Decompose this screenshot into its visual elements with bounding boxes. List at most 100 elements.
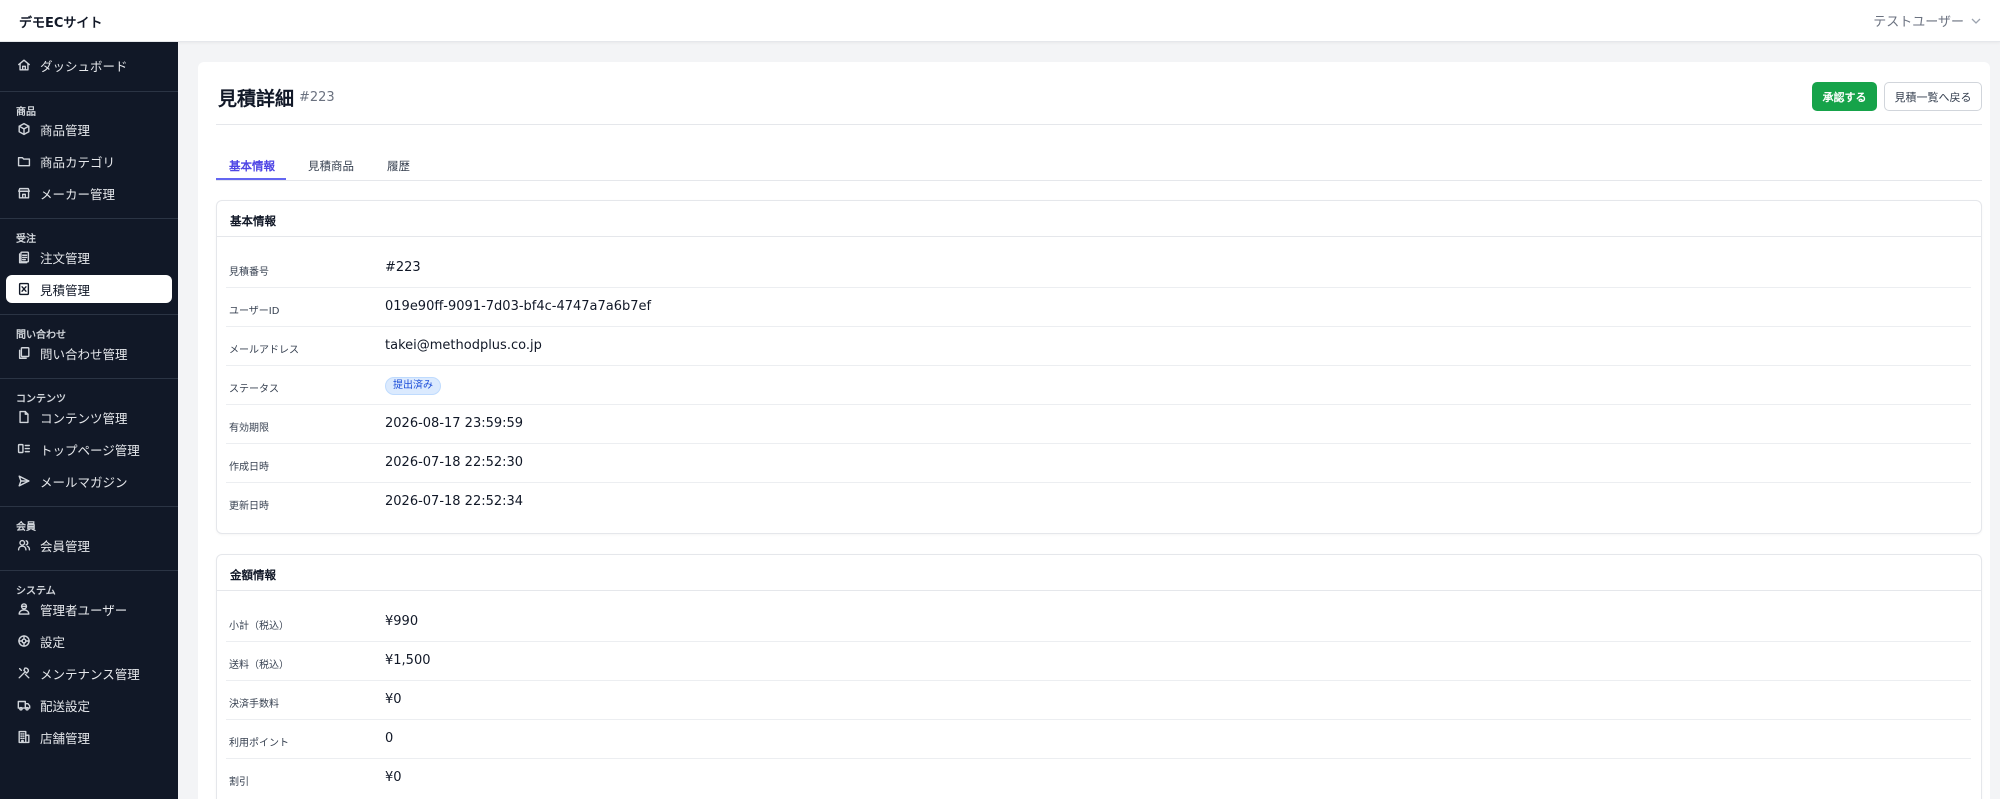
chevron-down-icon [1971, 18, 1981, 24]
sidebar-item-label: 設定 [40, 634, 66, 650]
sidebar-item-toppage-manage[interactable]: トップページ管理 [6, 435, 172, 463]
sidebar-item-store-manage[interactable]: 店舗管理 [6, 723, 172, 751]
expiry-value: 2026-08-17 23:59:59 [385, 416, 524, 431]
field-label: メールアドレス [229, 345, 299, 356]
home-icon [18, 59, 30, 71]
sidebar-item-maker-manage[interactable]: メーカー管理 [6, 179, 172, 207]
field-label: 決済手数料 [229, 699, 279, 710]
sidebar-item-label: メーカー管理 [40, 186, 116, 202]
sidebar-item-label: 商品管理 [40, 122, 91, 138]
sidebar-item-label: 商品カテゴリ [40, 154, 116, 170]
top-header: デモECサイト テストユーザー [0, 0, 2000, 42]
tabs-divider [216, 180, 1982, 181]
users-icon [17, 539, 31, 551]
sidebar-divider [0, 91, 178, 92]
sidebar-item-shipping-settings[interactable]: 配送設定 [6, 691, 172, 719]
row-divider [226, 404, 1971, 405]
sidebar-divider [0, 570, 178, 571]
user-name: テストユーザー [1873, 15, 1964, 30]
document-icon [19, 410, 29, 424]
field-label: 更新日時 [229, 501, 269, 512]
sidebar-item-admin-users[interactable]: 管理者ユーザー [6, 595, 172, 623]
page-title: 見積詳細 [218, 88, 295, 110]
clipboard-icon [18, 251, 30, 264]
sidebar-item-estimate-manage[interactable]: 見積管理 [6, 275, 172, 303]
panel-title: 基本情報 [230, 214, 276, 228]
sidebar-divider [0, 378, 178, 379]
active-tab-indicator [216, 178, 286, 180]
sidebar-item-label: ダッシュボード [40, 58, 128, 74]
sidebar-item-label: 店舗管理 [40, 730, 91, 746]
field-label: ステータス [229, 384, 279, 395]
sidebar-divider [0, 218, 178, 219]
sidebar-item-label: メールマガジン [40, 474, 128, 490]
row-divider [226, 443, 1971, 444]
gear-icon [18, 635, 30, 647]
row-divider [226, 719, 1971, 720]
row-divider [226, 482, 1971, 483]
site-brand[interactable]: デモECサイト [19, 12, 102, 31]
field-label: 見積番号 [229, 267, 269, 278]
sidebar-item-maintenance[interactable]: メンテナンス管理 [6, 659, 172, 687]
panel-header-divider [217, 590, 1981, 591]
sidebar-item-inquiry-manage[interactable]: 問い合わせ管理 [6, 339, 172, 367]
amount-info-panel: 金額情報 [216, 554, 1982, 799]
sidebar-item-dashboard[interactable]: ダッシュボード [6, 51, 172, 79]
send-icon [18, 475, 30, 487]
field-label: 作成日時 [229, 462, 269, 473]
user-menu[interactable]: テストユーザー [1873, 11, 1982, 30]
sidebar-item-settings[interactable]: 設定 [6, 627, 172, 655]
sidebar-item-label: トップページ管理 [40, 442, 140, 458]
row-divider [226, 758, 1971, 759]
sidebar-item-label: 問い合わせ管理 [40, 346, 128, 362]
sidebar-item-content-manage[interactable]: コンテンツ管理 [6, 403, 172, 431]
sidebar-item-label: 見積管理 [40, 282, 91, 298]
sidebar-item-label: 会員管理 [40, 538, 91, 554]
created-at-value: 2026-07-18 22:52:30 [385, 455, 524, 470]
basic-info-panel: 基本情報 [216, 200, 1982, 534]
layout-icon [17, 443, 30, 454]
status-badge: 提出済み [385, 377, 441, 395]
field-label: 有効期限 [229, 423, 269, 434]
email-value: takei@methodplus.co.jp [385, 338, 542, 353]
building-icon [18, 730, 30, 744]
sidebar-item-product-category[interactable]: 商品カテゴリ [6, 147, 172, 175]
row-divider [226, 326, 1971, 327]
folder-icon [17, 156, 31, 167]
field-label: 小計（税込） [229, 621, 289, 632]
field-label: 利用ポイント [229, 738, 289, 749]
sidebar-item-mail-magazine[interactable]: メールマガジン [6, 467, 172, 495]
receipt-icon [18, 282, 30, 296]
discount-value: ¥0 [385, 770, 402, 785]
truck-icon [17, 700, 31, 711]
sidebar-item-order-manage[interactable]: 注文管理 [6, 243, 172, 271]
tab-estimate-items[interactable]: 見積商品 [308, 158, 354, 174]
panel-header-divider [217, 236, 1981, 237]
sidebar-divider [0, 314, 178, 315]
storefront-icon [18, 187, 30, 199]
sidebar-item-label: メンテナンス管理 [40, 666, 140, 682]
user-id-value: 019e90ff-9091-7d03-bf4c-4747a7a6b7ef [385, 299, 652, 314]
updated-at-value: 2026-07-18 22:52:34 [385, 494, 524, 509]
title-divider [216, 124, 1982, 125]
sidebar-item-member-manage[interactable]: 会員管理 [6, 531, 172, 559]
sidebar: ダッシュボード 商品 商品管理 商品カテゴリ メーカー管理 受注 注文管理 見積… [0, 42, 178, 799]
row-divider [226, 365, 1971, 366]
field-label: ユーザーID [229, 306, 280, 317]
tab-basic-info[interactable]: 基本情報 [229, 158, 275, 174]
estimate-id: #223 [299, 90, 335, 105]
sidebar-item-product-manage[interactable]: 商品管理 [6, 115, 172, 143]
sidebar-divider [0, 506, 178, 507]
sidebar-item-label: 管理者ユーザー [40, 602, 128, 618]
sidebar-item-label: コンテンツ管理 [40, 410, 128, 426]
used-points-value: 0 [385, 731, 394, 746]
approve-button[interactable]: 承認する [1812, 82, 1877, 111]
payment-fee-value: ¥0 [385, 692, 402, 707]
tools-icon [18, 667, 30, 679]
field-label: 送料（税込） [229, 660, 289, 671]
tab-history[interactable]: 履歴 [387, 158, 410, 174]
row-divider [226, 641, 1971, 642]
back-to-list-button[interactable]: 見積一覧へ戻る [1884, 82, 1982, 111]
shipping-fee-value: ¥1,500 [385, 653, 431, 668]
cube-icon [18, 122, 30, 136]
